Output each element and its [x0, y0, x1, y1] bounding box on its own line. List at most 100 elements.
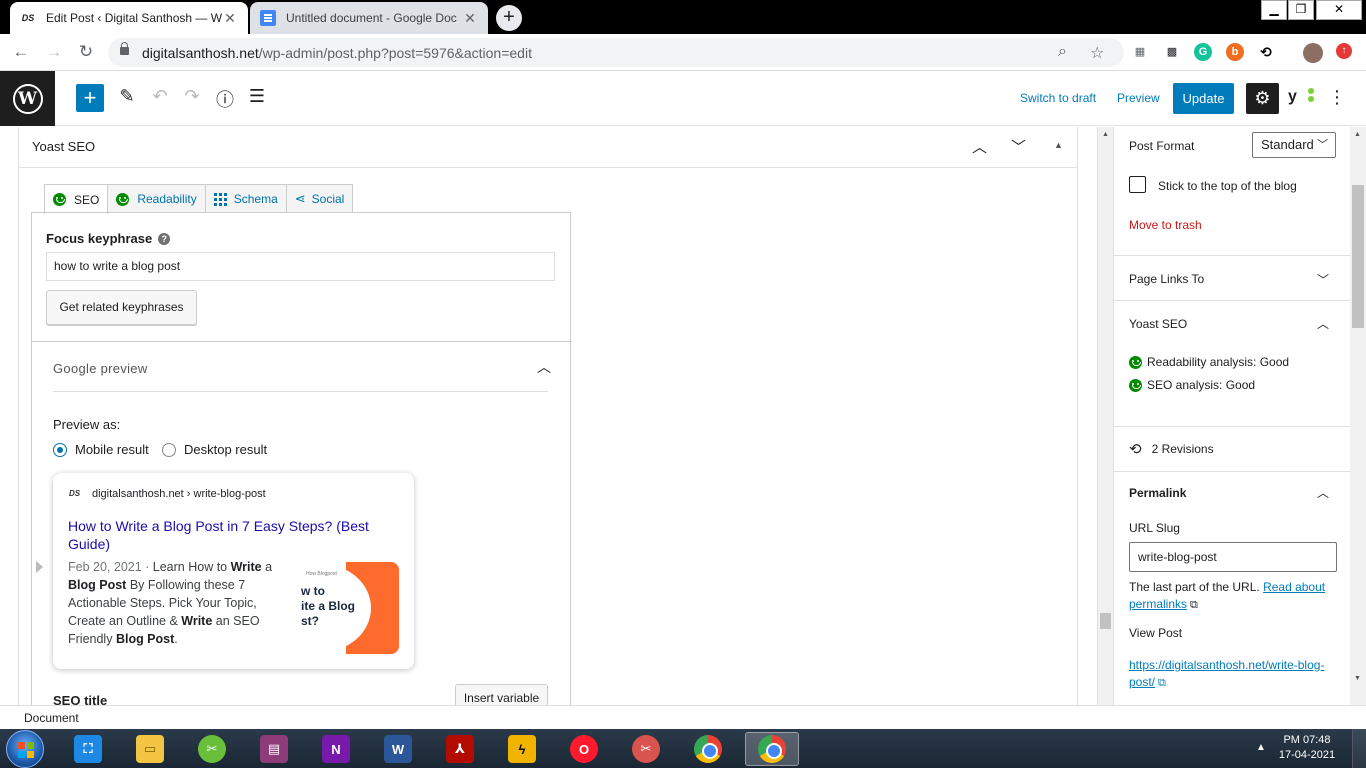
get-related-keyphrases-button[interactable]: Get related keyphrases: [46, 290, 197, 325]
forward-button[interactable]: →: [43, 42, 65, 64]
scroll-down-arrow-icon[interactable]: ▼: [1354, 675, 1361, 682]
scroll-up-arrow-icon[interactable]: ▲: [1102, 131, 1109, 138]
serp-breadcrumb: digitalsanthosh.net › write-blog-post: [92, 488, 266, 500]
collapse-triangle-icon[interactable]: ▲: [1054, 140, 1063, 150]
settings-gear-icon[interactable]: ⚙: [1246, 83, 1279, 114]
taskbar-explorer-app[interactable]: ▭: [127, 732, 173, 766]
revisions-link[interactable]: ⟲ 2 Revisions: [1129, 440, 1214, 458]
show-desktop-button[interactable]: [1352, 729, 1366, 768]
chevron-down-icon[interactable]: ﹀: [1317, 271, 1329, 288]
external-link-icon: ⧉: [1190, 599, 1198, 611]
tab-social[interactable]: ⋖ Social: [285, 184, 354, 213]
profile-avatar[interactable]: [1303, 43, 1323, 63]
switch-to-draft-button[interactable]: Switch to draft: [1020, 91, 1096, 105]
bookmark-star-icon[interactable]: ☆: [1090, 43, 1104, 63]
divider: [1114, 426, 1350, 427]
taskbar-acrobat-app[interactable]: ⅄: [437, 732, 483, 766]
stick-to-top-checkbox[interactable]: [1129, 176, 1146, 193]
chevron-up-icon[interactable]: ︿: [1317, 484, 1329, 501]
browser-tab-edit-post[interactable]: DS Edit Post ‹ Digital Santhosh — W ✕: [10, 2, 248, 34]
taskbar-tools-app[interactable]: ϟ: [499, 732, 545, 766]
move-down-chevron-icon[interactable]: ﹀: [1011, 136, 1026, 157]
desktop-result-radio[interactable]: Desktop result: [162, 442, 267, 457]
sync-extension-icon[interactable]: ⟲: [1257, 43, 1275, 61]
chrome-icon: [694, 735, 722, 763]
taskbar-snipping-app[interactable]: ⛶: [65, 732, 111, 766]
metabox-header: Yoast SEO ︿ ﹀ ▲: [19, 127, 1077, 168]
more-options-icon[interactable]: ⋮: [1328, 87, 1346, 108]
google-serp-preview-card: DS digitalsanthosh.net › write-blog-post…: [36, 473, 414, 669]
serp-meta-description[interactable]: Feb 20, 2021 · Learn How to Write a Blog…: [68, 558, 283, 648]
taskbar-chrome-app[interactable]: [685, 732, 731, 766]
reload-button[interactable]: ↻: [75, 42, 97, 64]
browser-tab-google-doc[interactable]: Untitled document - Google Doc ✕: [250, 2, 488, 34]
sidebar-scrollbar[interactable]: ▲ ▼: [1350, 127, 1366, 705]
post-format-select[interactable]: Standard ﹀: [1252, 132, 1336, 158]
undo-icon[interactable]: ↶: [148, 86, 172, 107]
url-omnibox[interactable]: digitalsanthosh.net/wp-admin/post.php?po…: [108, 38, 1124, 67]
scissors-icon: ✂: [632, 735, 660, 763]
chevron-up-icon[interactable]: ︿: [1317, 315, 1329, 332]
block-breadcrumb[interactable]: Document: [24, 711, 79, 725]
update-chrome-icon[interactable]: ↑: [1336, 43, 1352, 59]
move-up-chevron-icon[interactable]: ︿: [972, 136, 987, 157]
tab-seo[interactable]: SEO: [44, 184, 109, 214]
block-navigation-list-icon[interactable]: ☰: [245, 86, 269, 107]
help-question-icon[interactable]: ?: [158, 233, 171, 245]
taskbar-snipping-tool-app[interactable]: ✂: [623, 732, 669, 766]
seo-analysis-item[interactable]: SEO analysis: Good: [1129, 378, 1255, 392]
yoast-status-dots: [1308, 88, 1314, 94]
new-tab-button[interactable]: +: [496, 5, 522, 31]
mobile-result-radio[interactable]: Mobile result: [53, 442, 149, 457]
restore-window-button[interactable]: ❐: [1288, 0, 1314, 20]
qr-extension-icon[interactable]: ▩: [1163, 43, 1181, 61]
thumbnail-heading: w to ite a Blog st?: [301, 584, 356, 628]
tab-schema[interactable]: Schema: [204, 184, 287, 213]
system-clock[interactable]: PM 07:48 17-04-2021: [1275, 733, 1339, 763]
taskbar-opera-app[interactable]: O: [561, 732, 607, 766]
chevron-up-icon[interactable]: ︿: [537, 357, 551, 377]
taskbar-winrar-app[interactable]: ▤: [251, 732, 297, 766]
taskbar-word-app[interactable]: W: [375, 732, 421, 766]
details-info-icon[interactable]: ⓘ: [213, 86, 237, 112]
scrollbar-thumb[interactable]: [1100, 613, 1111, 629]
add-block-button[interactable]: +: [76, 84, 104, 112]
show-hidden-icons-arrow[interactable]: ▲: [1256, 742, 1266, 753]
taskbar-chrome-active-app[interactable]: [745, 732, 799, 766]
focus-keyphrase-input[interactable]: how to write a blog post: [46, 252, 555, 281]
scroll-up-arrow-icon[interactable]: ▲: [1354, 131, 1361, 138]
url-slug-input[interactable]: write-blog-post: [1129, 542, 1337, 572]
permalink-panel-toggle[interactable]: Permalink: [1129, 486, 1186, 500]
zoom-search-icon[interactable]: ⌕: [1058, 43, 1067, 61]
editor-scrollbar[interactable]: ▲: [1097, 127, 1113, 705]
extension-icon[interactable]: ▦: [1131, 43, 1149, 61]
yoast-sidebar-button[interactable]: y: [1288, 88, 1314, 110]
insert-variable-button[interactable]: Insert variable: [455, 684, 548, 705]
start-button[interactable]: [6, 730, 44, 768]
close-window-button[interactable]: ✕: [1316, 0, 1362, 20]
preview-button[interactable]: Preview: [1117, 91, 1160, 105]
update-button[interactable]: Update: [1173, 83, 1234, 114]
readability-analysis-item[interactable]: Readability analysis: Good: [1129, 355, 1289, 369]
blogger-extension-icon[interactable]: b: [1226, 43, 1244, 61]
minimize-window-button[interactable]: ▁: [1261, 0, 1287, 20]
edit-tools-pencil-icon[interactable]: ✎: [115, 86, 139, 107]
taskbar-onenote-app[interactable]: N: [313, 732, 359, 766]
yoast-tabs: SEO Readability Schema ⋖ Social: [44, 184, 354, 214]
grammarly-icon[interactable]: G: [1194, 43, 1212, 61]
back-button[interactable]: ←: [10, 42, 32, 64]
tab-readability[interactable]: Readability: [107, 184, 206, 213]
serp-title[interactable]: How to Write a Blog Post in 7 Easy Steps…: [68, 517, 398, 553]
view-post-link[interactable]: https://digitalsanthosh.net/write-blog-p…: [1129, 657, 1334, 692]
scrollbar-thumb[interactable]: [1352, 185, 1364, 328]
move-to-trash-button[interactable]: Move to trash: [1129, 218, 1202, 232]
wordpress-logo-icon[interactable]: W: [0, 71, 55, 126]
taskbar-greenshot-app[interactable]: ✂: [189, 732, 235, 766]
close-tab-icon[interactable]: ✕: [462, 10, 478, 27]
close-tab-icon[interactable]: ✕: [222, 10, 238, 27]
radio-empty-icon: [162, 442, 176, 457]
google-preview-heading[interactable]: Google preview: [53, 361, 148, 376]
page-links-to-panel-toggle[interactable]: Page Links To: [1129, 272, 1204, 286]
redo-icon[interactable]: ↷: [180, 86, 204, 107]
yoast-seo-panel-toggle[interactable]: Yoast SEO: [1129, 317, 1187, 331]
